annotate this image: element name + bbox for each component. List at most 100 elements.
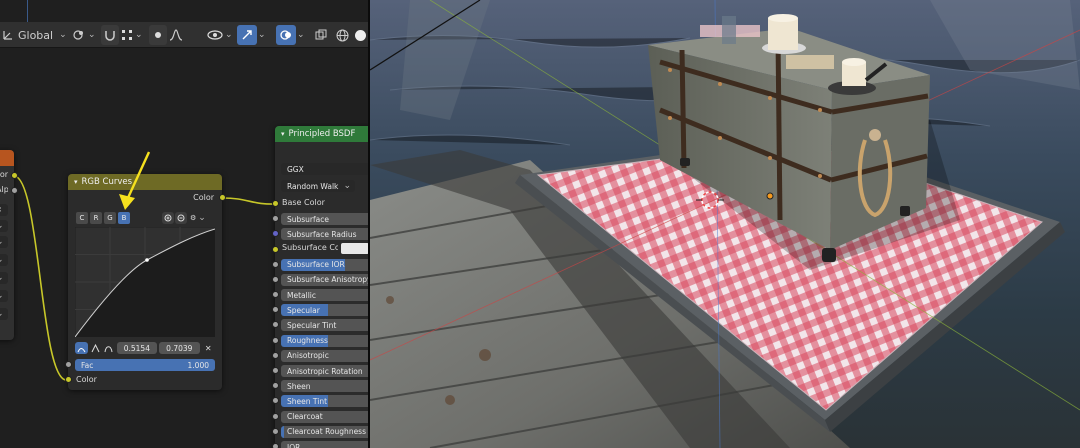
node-header[interactable]: ▾ Principled BSDF xyxy=(275,126,370,142)
socket-color-output[interactable] xyxy=(11,172,18,179)
distribution-dropdown[interactable]: GGX xyxy=(281,163,370,175)
bsdf-input-subsurface[interactable]: Subsurface xyxy=(281,213,370,225)
annotation-arrow-icon xyxy=(119,151,151,210)
bsdf-input-subsurface-ior[interactable]: Subsurface IOR xyxy=(281,258,370,271)
bsdf-input-label: Sheen xyxy=(287,381,311,391)
bsdf-input-label: Sheen Tint xyxy=(287,396,328,406)
3d-viewport[interactable] xyxy=(370,0,1080,448)
bsdf-input-label: Roughness xyxy=(287,336,328,346)
bsdf-input-label: Anisotropic xyxy=(287,351,329,361)
bsdf-input-label: Clearcoat Roughness xyxy=(287,427,366,437)
fragment-field[interactable]: ⌄ xyxy=(0,290,8,302)
bsdf-input-roughness[interactable]: Roughness xyxy=(281,334,370,347)
socket-curves-color-output[interactable] xyxy=(219,194,226,201)
bsdf-input-subsurface-anisotropy[interactable]: Subsurface Anisotropy xyxy=(281,273,370,286)
bsdf-input-ior[interactable]: IOR xyxy=(281,441,370,448)
auto-handle-button[interactable] xyxy=(75,342,88,354)
bsdf-input-subsurface-radius[interactable]: Subsurface Radius xyxy=(281,228,370,241)
gear-icon: ⚙ xyxy=(190,214,197,222)
socket-subsurface-color-input[interactable] xyxy=(272,246,279,253)
point-tools-row: 0.5154 0.7039 ✕ xyxy=(75,341,215,355)
distribution-value: GGX xyxy=(287,164,304,174)
socket-base-color-input[interactable] xyxy=(272,200,279,207)
channel-tab-r[interactable]: R xyxy=(90,212,102,224)
subsurface-method-value: Random Walk xyxy=(287,181,339,191)
fragment-field[interactable]: ✕ xyxy=(0,204,8,216)
bsdf-input-metallic[interactable]: Metallic xyxy=(281,289,370,301)
socket-alpha-output[interactable] xyxy=(11,187,18,194)
collapse-arrow-icon[interactable]: ▾ xyxy=(74,178,78,186)
point-x-value: 0.5154 xyxy=(123,343,150,353)
bsdf-input-label: Subsurface IOR xyxy=(287,260,345,270)
output-alpha-label: Alpha xyxy=(0,185,8,194)
curve-graph[interactable] xyxy=(75,227,215,337)
bsdf-input-anisotropic-rotation[interactable]: Anisotropic Rotation xyxy=(281,365,370,377)
socket-anisotropic-rotation[interactable] xyxy=(272,367,279,374)
bsdf-input-label: Subsurface xyxy=(287,214,329,224)
bsdf-input-label: Specular xyxy=(287,305,320,315)
subsurface-color-swatch[interactable] xyxy=(341,243,369,254)
bsdf-input-label: Subsurface Radius xyxy=(287,229,357,239)
socket-clearcoat[interactable] xyxy=(272,412,279,420)
curve-control-point[interactable] xyxy=(145,258,149,262)
fragment-field[interactable]: ⌄ xyxy=(0,254,8,266)
aligned-handle-button[interactable] xyxy=(103,342,115,354)
bsdf-input-label: Metallic xyxy=(287,290,316,300)
bsdf-input-sheen-tint[interactable]: Sheen Tint xyxy=(281,395,370,408)
bsdf-input-clearcoat[interactable]: Clearcoat xyxy=(281,410,370,423)
bsdf-input-label: Subsurface Anisotropy xyxy=(287,275,370,285)
shader-node-editor[interactable]: Global ⌄ ⌄ ⌄ ⌄ ⌄ ⌄ or lp ▾ RGB Curves Co… xyxy=(0,0,370,448)
fragment-field[interactable]: ⌄ xyxy=(0,236,8,248)
fac-label: Fac xyxy=(81,360,94,370)
handle-vector-icon xyxy=(91,343,100,352)
socket-fac-input[interactable] xyxy=(65,361,72,368)
subsurface-method-dropdown[interactable]: Random Walk ⌄ xyxy=(281,180,355,192)
close-icon: ✕ xyxy=(204,343,212,353)
socket-curves-color-input[interactable] xyxy=(65,376,72,383)
vector-handle-button[interactable] xyxy=(90,342,102,354)
zoom-out-icon xyxy=(177,214,184,221)
socket-ior[interactable] xyxy=(272,443,279,448)
point-x-field[interactable]: 0.5154 xyxy=(116,342,158,354)
socket-metallic[interactable] xyxy=(272,291,279,298)
bsdf-input-sheen[interactable]: Sheen xyxy=(281,380,370,393)
fragment-field[interactable]: ⌄ xyxy=(0,272,8,284)
socket-roughness[interactable] xyxy=(272,336,279,344)
principled-bsdf-node[interactable]: ▾ Principled BSDF GGX Random Walk ⌄ Base … xyxy=(275,126,370,448)
input-color-label: Color xyxy=(76,375,97,384)
blender-window: Global ⌄ ⌄ ⌄ ⌄ ⌄ ⌄ or lp ▾ RGB Curves Co… xyxy=(0,0,1080,448)
fragment-field[interactable]: ⌄ xyxy=(0,308,8,320)
bsdf-input-anisotropic[interactable]: Anisotropic xyxy=(281,349,370,362)
fragment-field[interactable]: ⌄ xyxy=(0,220,8,232)
socket-clearcoat-roughness[interactable] xyxy=(272,427,279,435)
output-color-label: Color xyxy=(193,193,214,202)
output-color-label: Color xyxy=(0,170,8,179)
chevron-down-icon: ⌄ xyxy=(343,181,351,191)
bsdf-input-label: Anisotropic Rotation xyxy=(287,366,363,376)
channel-tab-c[interactable]: C xyxy=(76,212,88,224)
point-y-value: 0.7039 xyxy=(166,343,193,353)
node-header xyxy=(0,150,14,166)
bsdf-input-clearcoat-roughness[interactable]: Clearcoat Roughness xyxy=(281,425,370,438)
handle-auto-icon xyxy=(77,347,86,352)
bsdf-input-label: IOR xyxy=(287,442,301,448)
collapse-arrow-icon[interactable]: ▾ xyxy=(281,130,285,138)
socket-subsurface[interactable] xyxy=(272,215,279,222)
fac-value: 1.000 xyxy=(187,360,209,370)
base-color-label: Base Color xyxy=(282,198,325,207)
handle-aligned-icon xyxy=(104,345,113,352)
bsdf-input-label: Specular Tint xyxy=(287,320,337,330)
socket-anisotropic[interactable] xyxy=(272,351,279,359)
socket-subsurface-anisotropy[interactable] xyxy=(272,275,279,283)
viewport-render xyxy=(370,0,1080,448)
bsdf-input-specular-tint[interactable]: Specular Tint xyxy=(281,319,370,332)
socket-subsurface-ior[interactable] xyxy=(272,260,279,268)
delete-point-button[interactable]: ✕ xyxy=(202,342,215,354)
subsurface-color-label: Subsurface Co... xyxy=(282,243,338,252)
chevron-down-icon: ⌄ xyxy=(198,213,206,223)
zoom-out-button[interactable] xyxy=(175,212,187,224)
curve-tools-dropdown[interactable]: ⚙ ⌄ xyxy=(190,212,212,224)
bsdf-input-specular[interactable]: Specular xyxy=(281,304,370,317)
fac-slider[interactable]: Fac 1.000 xyxy=(75,359,215,371)
point-y-field[interactable]: 0.7039 xyxy=(159,342,200,354)
